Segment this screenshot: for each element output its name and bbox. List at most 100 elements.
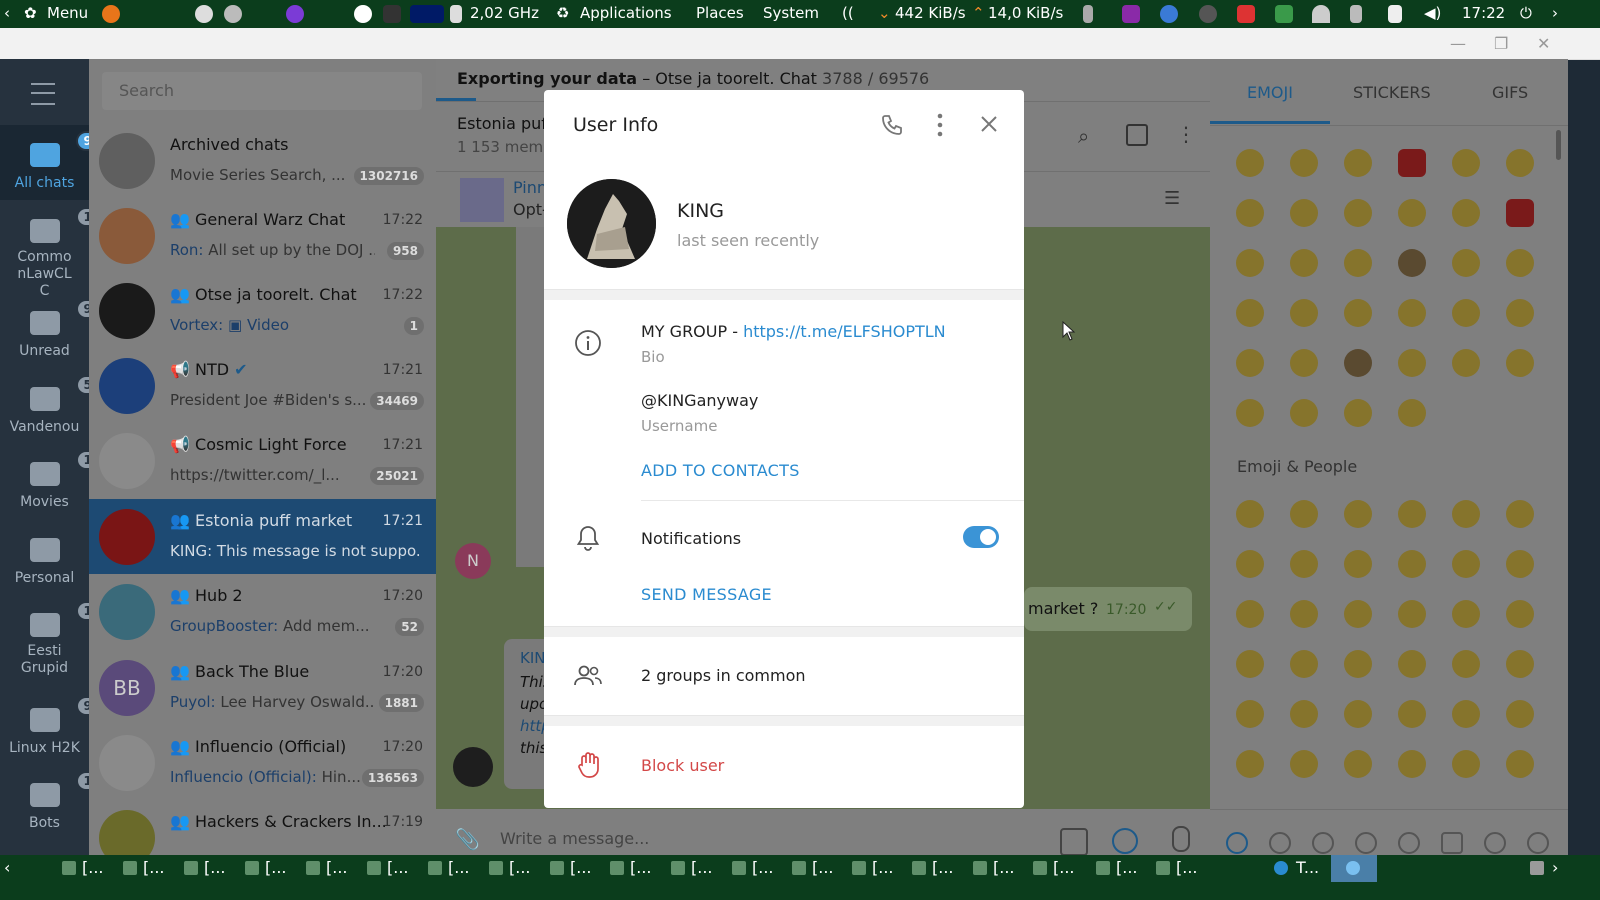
add-to-contacts-button[interactable]: ADD TO CONTACTS [641, 461, 800, 480]
taskbar-app-icon[interactable] [852, 861, 866, 875]
menu-button[interactable]: Menu [47, 4, 88, 22]
emoji-button[interactable] [1398, 249, 1426, 277]
panel-left-arrow-icon[interactable]: ‹ [4, 4, 10, 22]
chrome-icon[interactable] [1160, 5, 1178, 23]
volume-icon[interactable]: ◀) [1424, 4, 1441, 22]
trash-icon[interactable] [1530, 861, 1544, 875]
notifications-bell-icon[interactable] [1350, 5, 1362, 23]
emoji-scrollbar[interactable] [1556, 130, 1561, 160]
taskbar-item[interactable]: [... [1116, 858, 1138, 877]
menu-icon[interactable]: ✿ [24, 4, 37, 22]
firefox-icon[interactable] [102, 5, 120, 23]
taskbar-app-icon[interactable] [306, 861, 320, 875]
objects-icon[interactable] [1484, 832, 1506, 854]
emoji-button[interactable] [1290, 399, 1318, 427]
emoji-button[interactable] [1506, 299, 1534, 327]
emoji-button[interactable] [1290, 600, 1318, 628]
emoji-button[interactable] [1398, 600, 1426, 628]
bio-link[interactable]: https://t.me/ELFSHOPTLN [743, 322, 946, 341]
block-user-button[interactable]: Block user [641, 756, 724, 775]
hamburger-menu-icon[interactable] [31, 83, 55, 105]
taskbar-app-icon[interactable] [792, 861, 806, 875]
audio-recorder-icon[interactable] [1122, 5, 1140, 23]
taskbar-item[interactable]: [... [1176, 858, 1198, 877]
chat-item-influencio[interactable]: 👥 Influencio (Official) 17:20 Influencio… [89, 725, 436, 800]
applications-menu[interactable]: Applications [580, 4, 672, 22]
emoji-button[interactable] [1344, 550, 1372, 578]
emoji-button[interactable] [1344, 349, 1372, 377]
terminal-icon[interactable] [383, 5, 401, 23]
emoji-button[interactable] [1290, 500, 1318, 528]
taskbar-item[interactable]: [... [1053, 858, 1075, 877]
maximize-icon[interactable]: ❐ [1494, 34, 1508, 53]
emoji-button[interactable] [1290, 700, 1318, 728]
bluetooth-icon[interactable] [1083, 5, 1093, 23]
taskbar-item[interactable]: [... [630, 858, 652, 877]
taskbar-item[interactable]: [... [326, 858, 348, 877]
emoji-button[interactable] [1290, 650, 1318, 678]
taskbar-item[interactable]: [... [932, 858, 954, 877]
outgoing-message-bubble[interactable]: market ? 17:20 ✓✓ [1024, 587, 1192, 631]
folder-unread[interactable]: 99+ Unread [0, 299, 119, 359]
send-message-button[interactable]: SEND MESSAGE [641, 585, 772, 604]
emoji-button[interactable] [1290, 199, 1318, 227]
taskbar-item[interactable]: [... [993, 858, 1015, 877]
taskbar-right-arrow-icon[interactable]: › [1552, 858, 1558, 877]
taskbar-app-icon[interactable] [367, 861, 381, 875]
emoji-button[interactable] [1290, 750, 1318, 778]
emoji-button[interactable] [1344, 199, 1372, 227]
emoji-button[interactable] [1506, 700, 1534, 728]
taskbar-app-icon[interactable] [550, 861, 564, 875]
sidebar-toggle-icon[interactable] [1126, 124, 1148, 146]
panel-right-arrow-icon[interactable]: › [1552, 4, 1558, 22]
emoji-button[interactable] [1452, 299, 1480, 327]
taskbar-left-arrow-icon[interactable]: ‹ [4, 858, 10, 877]
folder-all-chats[interactable]: 99+ All chats [0, 125, 119, 200]
taskbar-app-icon[interactable] [1033, 861, 1047, 875]
taskbar-item[interactable]: [... [570, 858, 592, 877]
app-launcher-icon[interactable] [195, 5, 213, 23]
folder-bots[interactable]: 12 Bots [0, 771, 109, 831]
taskbar-item[interactable]: [... [204, 858, 226, 877]
taskbar-item[interactable]: [... [752, 858, 774, 877]
emoji-button[interactable] [1290, 550, 1318, 578]
emoji-button[interactable] [1290, 299, 1318, 327]
emoji-button[interactable] [1236, 349, 1264, 377]
taskbar-item[interactable]: [... [812, 858, 834, 877]
emoji-button[interactable] [1398, 750, 1426, 778]
emoji-button[interactable] [1236, 299, 1264, 327]
taskbar-app-icon[interactable] [1096, 861, 1110, 875]
emoji-button[interactable] [1452, 750, 1480, 778]
emoji-button[interactable] [1344, 500, 1372, 528]
emoji-button[interactable] [1344, 650, 1372, 678]
folder-movies[interactable]: 12 Movies [0, 450, 109, 510]
folder-eesti-grupid[interactable]: 11 Eesti Grupid [0, 601, 109, 677]
incoming-message-bubble[interactable]: KIN This upo http this [504, 639, 551, 789]
folder-linux-h2k[interactable]: 9 Linux H2K [0, 696, 100, 756]
emoji-button[interactable] [1398, 399, 1426, 427]
taskbar-app-icon[interactable] [123, 861, 137, 875]
chat-item-general-warz[interactable]: 👥 General Warz Chat 17:22 Ron: All set u… [89, 198, 436, 273]
taskbar-app-icon[interactable] [428, 861, 442, 875]
taskbar-app-icon[interactable] [62, 861, 76, 875]
emoji-button[interactable] [1290, 249, 1318, 277]
emoji-button[interactable] [1506, 249, 1534, 277]
taskbar-app-icon[interactable] [671, 861, 685, 875]
telegram-icon[interactable] [1274, 861, 1288, 875]
system-menu[interactable]: System [763, 4, 819, 22]
king-avatar-small[interactable] [453, 747, 493, 787]
emoji-button[interactable] [1236, 550, 1264, 578]
emoji-button[interactable] [1506, 500, 1534, 528]
emoji-button[interactable] [1452, 700, 1480, 728]
emoji-icon[interactable] [1112, 828, 1138, 854]
food-icon[interactable] [1355, 832, 1377, 854]
emoji-button[interactable] [1344, 750, 1372, 778]
taskbar-item[interactable]: [... [872, 858, 894, 877]
phone-call-icon[interactable] [880, 113, 904, 137]
emoji-button[interactable] [1452, 500, 1480, 528]
emoji-button[interactable] [1236, 750, 1264, 778]
taskbar-item[interactable]: [... [448, 858, 470, 877]
taskbar-app-icon[interactable] [610, 861, 624, 875]
emoji-button[interactable] [1398, 149, 1426, 177]
username-value[interactable]: @KINGanyway [641, 391, 758, 410]
